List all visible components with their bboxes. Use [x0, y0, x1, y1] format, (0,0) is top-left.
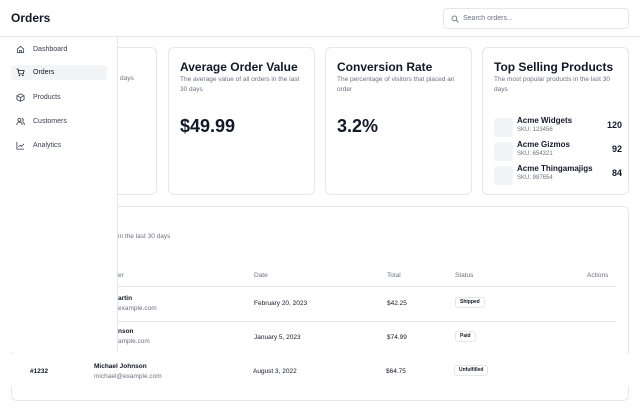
sidebar-item-label: Customers [33, 118, 67, 125]
product-item[interactable]: Acme Widgets SKU: 123456 120 [494, 116, 622, 138]
sidebar-item-label: Analytics [33, 142, 62, 149]
sidebar-item-products[interactable]: Products [11, 90, 107, 105]
product-thumbnail [494, 118, 513, 137]
sidebar-item-customers[interactable]: Customers [11, 114, 107, 129]
search-icon [448, 12, 462, 26]
customer-name: artin [118, 295, 133, 302]
product-name: Acme Widgets [517, 116, 573, 125]
status-badge: Unfulfilled [454, 365, 489, 376]
product-thumbnail [494, 142, 513, 161]
order-total: $42.25 [387, 300, 407, 307]
sidebar-item-analytics[interactable]: Analytics [11, 138, 107, 153]
status-badge: Paid [455, 331, 476, 342]
customer-name: Michael Johnson [94, 363, 147, 370]
sidebar-item-label: Orders [33, 69, 55, 76]
search-input[interactable] [463, 15, 613, 22]
order-date: February 20, 2023 [254, 300, 308, 307]
product-item[interactable]: Acme Gizmos SKU: 654321 92 [494, 140, 622, 162]
sidebar-item-orders[interactable]: Orders [11, 65, 107, 80]
product-sku: SKU: 654321 [517, 151, 553, 157]
product-count: 84 [611, 168, 622, 178]
order-date: January 5, 2023 [254, 334, 301, 341]
column-header-date[interactable]: Date [254, 272, 268, 279]
product-count: 92 [611, 144, 622, 154]
table-row[interactable]: #1232 Michael Johnson michael@example.co… [11, 354, 629, 390]
sidebar-item-label: Products [33, 94, 61, 101]
order-id: #1232 [30, 368, 49, 375]
card-description: days [120, 75, 134, 82]
card-value: $49.99 [180, 116, 236, 136]
card-title: Conversion Rate [337, 60, 433, 74]
card-description: The average value of all orders in the l… [180, 76, 300, 93]
product-item[interactable]: Acme Thingamajigs SKU: 987654 84 [494, 164, 622, 186]
users-icon [15, 116, 26, 127]
panel-description: in the last 30 days [118, 233, 171, 240]
status-badge: Shipped [455, 297, 485, 308]
sidebar: Dashboard Orders Products Customers Anal… [0, 37, 118, 352]
card-title: Top Selling Products [494, 60, 614, 74]
customer-email: michael@example.com [94, 373, 162, 380]
product-sku: SKU: 123456 [517, 127, 553, 133]
order-date: August 3, 2022 [253, 368, 297, 375]
sidebar-item-dashboard[interactable]: Dashboard [11, 42, 107, 57]
average-order-value-card: Average Order Value The average value of… [168, 47, 315, 195]
customer-email: example.com [118, 305, 157, 312]
order-total: $74.99 [387, 334, 407, 341]
card-description: The most popular products in the last 30… [494, 76, 610, 93]
column-header-actions[interactable]: Actions [587, 272, 608, 279]
product-name: Acme Gizmos [517, 140, 570, 149]
conversion-rate-card: Conversion Rate The percentage of visito… [325, 47, 472, 195]
column-header-total[interactable]: Total [387, 272, 401, 279]
chart-icon [15, 140, 26, 151]
product-thumbnail [494, 166, 513, 185]
card-description: The percentage of visitors that placed a… [337, 76, 455, 93]
product-count: 120 [606, 120, 622, 130]
customer-email: ample.com [118, 338, 150, 345]
product-sku: SKU: 987654 [517, 175, 553, 181]
page-title: Orders [11, 11, 51, 25]
home-icon [15, 44, 26, 55]
search-box[interactable] [443, 8, 629, 29]
column-header-customer[interactable]: er [118, 272, 124, 279]
top-selling-products-card: Top Selling Products The most popular pr… [482, 47, 629, 195]
customer-name: nson [118, 328, 134, 335]
top-bar: Orders [0, 0, 640, 37]
sidebar-item-label: Dashboard [33, 46, 68, 53]
order-total: $64.75 [386, 368, 406, 375]
cart-icon [15, 67, 26, 78]
column-header-status[interactable]: Status [455, 272, 473, 279]
card-title: Average Order Value [180, 60, 298, 74]
product-name: Acme Thingamajigs [517, 164, 593, 173]
package-icon [15, 92, 26, 103]
card-value: 3.2% [337, 116, 379, 136]
